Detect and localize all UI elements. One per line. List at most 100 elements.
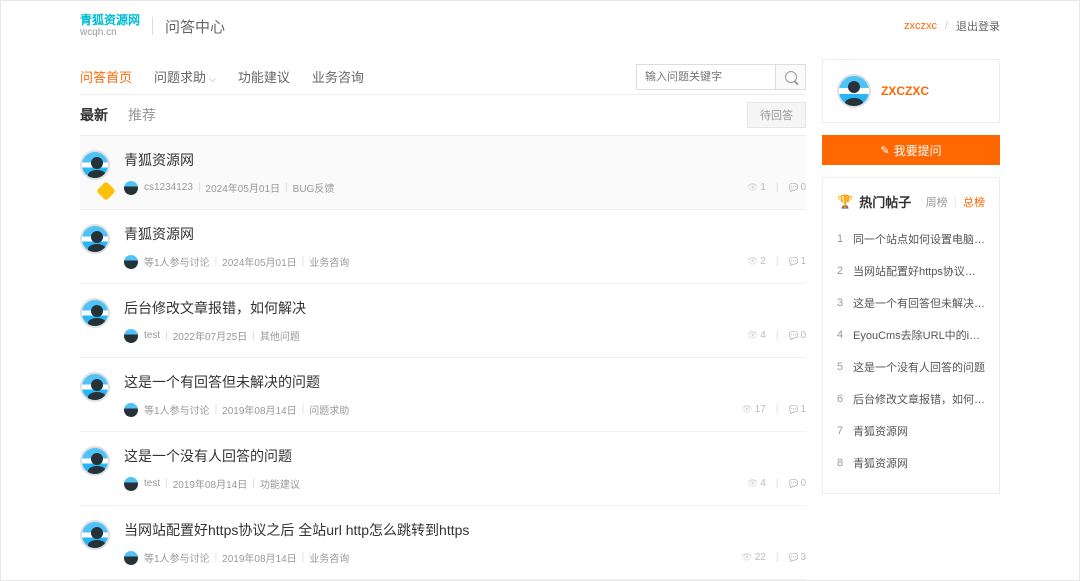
hot-item[interactable]: 4EyouCms去除URL中的index.php	[837, 319, 985, 351]
views-count: 17	[741, 404, 766, 415]
hot-item[interactable]: 8青狐资源网	[837, 447, 985, 479]
post-category[interactable]: 业务咨询	[309, 550, 349, 565]
post-avatar[interactable]	[80, 224, 110, 254]
hot-link[interactable]: 青狐资源网	[853, 455, 985, 471]
meta-avatar-icon	[124, 255, 138, 269]
post-item: 这是一个没有人回答的问题test|2019年08月14日|功能建议4|0	[80, 432, 806, 506]
header-username[interactable]: zxczxc	[904, 20, 937, 32]
nav-help[interactable]: 问题求助	[154, 67, 216, 86]
post-date: 2019年08月14日	[222, 550, 297, 565]
tab-latest[interactable]: 最新	[80, 105, 108, 125]
post-author[interactable]: 等1人参与讨论	[144, 402, 210, 417]
hot-link[interactable]: 这是一个没有人回答的问题	[853, 359, 985, 375]
logo[interactable]: 青狐资源网 wcqh.cn	[80, 14, 140, 38]
comments-count: 3	[788, 552, 806, 563]
hot-link[interactable]: 这是一个有回答但未解决的问题	[853, 295, 985, 311]
hot-title: 热门帖子	[859, 192, 925, 211]
user-card: ZXCZXC	[822, 59, 1000, 123]
post-date: 2022年07月25日	[173, 328, 248, 343]
post-date: 2024年05月01日	[206, 180, 281, 195]
hot-link[interactable]: 青狐资源网	[853, 423, 985, 439]
views-count: 4	[747, 330, 766, 341]
post-meta: cs1234123|2024年05月01日|BUG反馈	[124, 180, 747, 195]
post-meta: test|2022年07月25日|其他问题	[124, 328, 747, 343]
post-date: 2019年08月14日	[222, 402, 297, 417]
post-avatar[interactable]	[80, 446, 110, 476]
hot-link[interactable]: EyouCms去除URL中的index.php	[853, 327, 985, 343]
hot-link[interactable]: 同一个站点如何设置电脑端是www.XX...	[853, 231, 985, 247]
hot-item[interactable]: 5这是一个没有人回答的问题	[837, 351, 985, 383]
post-author[interactable]: 等1人参与讨论	[144, 254, 210, 269]
trophy-icon: 🏆	[837, 194, 853, 210]
post-stats: 1|0	[747, 182, 806, 193]
hot-item[interactable]: 1同一个站点如何设置电脑端是www.XX...	[837, 223, 985, 255]
post-meta: 等1人参与讨论|2019年08月14日|问题求助	[124, 402, 741, 417]
hot-rank: 6	[837, 393, 853, 405]
post-date: 2019年08月14日	[173, 476, 248, 491]
post-avatar[interactable]	[80, 520, 110, 550]
sidebar-username[interactable]: ZXCZXC	[881, 84, 929, 98]
search-icon	[785, 71, 797, 83]
pin-icon	[96, 181, 116, 201]
hot-item[interactable]: 7青狐资源网	[837, 415, 985, 447]
views-count: 1	[747, 182, 766, 193]
post-stats: 2|1	[747, 256, 806, 267]
post-category[interactable]: 问题求助	[309, 402, 349, 417]
post-title[interactable]: 青狐资源网	[124, 150, 747, 170]
post-item: 当网站配置好https协议之后 全站url http怎么跳转到https 等1人参…	[80, 506, 806, 580]
avatar[interactable]	[837, 74, 871, 108]
comments-count: 0	[788, 478, 806, 489]
post-avatar[interactable]	[80, 150, 110, 180]
post-title[interactable]: 这是一个没有人回答的问题	[124, 446, 747, 466]
hot-rank: 4	[837, 329, 853, 341]
post-category[interactable]: 其他问题	[260, 328, 300, 343]
hot-link[interactable]: 当网站配置好https协议之后 全站url h...	[853, 263, 985, 279]
post-meta: 等1人参与讨论|2019年08月14日|业务咨询	[124, 550, 741, 565]
search-input[interactable]	[636, 64, 776, 90]
hot-link[interactable]: 后台修改文章报错，如何解决	[853, 391, 985, 407]
post-meta: 等1人参与讨论|2024年05月01日|业务咨询	[124, 254, 747, 269]
post-category[interactable]: 功能建议	[260, 476, 300, 491]
sort-tabs: 最新 推荐 待回答	[80, 95, 806, 135]
meta-avatar-icon	[124, 181, 138, 195]
ask-button[interactable]: 我要提问	[822, 135, 1000, 165]
post-author[interactable]: cs1234123	[144, 182, 193, 193]
comments-count: 0	[788, 182, 806, 193]
pending-button[interactable]: 待回答	[747, 102, 806, 128]
nav-home[interactable]: 问答首页	[80, 67, 132, 86]
comments-count: 0	[788, 330, 806, 341]
search-button[interactable]	[776, 64, 806, 90]
hot-item[interactable]: 3这是一个有回答但未解决的问题	[837, 287, 985, 319]
post-author[interactable]: 等1人参与讨论	[144, 550, 210, 565]
hot-tab-week[interactable]: 周榜	[926, 194, 948, 210]
hot-rank: 7	[837, 425, 853, 437]
post-stats: 22|3	[741, 552, 806, 563]
post-title[interactable]: 当网站配置好https协议之后 全站url http怎么跳转到https	[124, 520, 741, 540]
hot-list: 1同一个站点如何设置电脑端是www.XX...2当网站配置好https协议之后 …	[837, 223, 985, 479]
hot-item[interactable]: 2当网站配置好https协议之后 全站url h...	[837, 255, 985, 287]
post-author[interactable]: test	[144, 478, 160, 489]
meta-avatar-icon	[124, 329, 138, 343]
nav-suggest[interactable]: 功能建议	[238, 67, 290, 86]
post-title[interactable]: 这是一个有回答但未解决的问题	[124, 372, 741, 392]
post-title[interactable]: 青狐资源网	[124, 224, 747, 244]
hot-tab-total[interactable]: 总榜	[963, 194, 985, 210]
hot-rank: 2	[837, 265, 853, 277]
post-author[interactable]: test	[144, 330, 160, 341]
hot-item[interactable]: 6后台修改文章报错，如何解决	[837, 383, 985, 415]
meta-avatar-icon	[124, 477, 138, 491]
post-avatar[interactable]	[80, 298, 110, 328]
post-avatar[interactable]	[80, 372, 110, 402]
views-count: 22	[741, 552, 766, 563]
post-item: 后台修改文章报错，如何解决 test|2022年07月25日|其他问题4|0	[80, 284, 806, 358]
hot-posts-card: 🏆 热门帖子 周榜 | 总榜 1同一个站点如何设置电脑端是www.XX...2当…	[822, 177, 1000, 494]
tab-recommend[interactable]: 推荐	[128, 105, 156, 125]
post-stats: 4|0	[747, 330, 806, 341]
post-title[interactable]: 后台修改文章报错，如何解决	[124, 298, 747, 318]
post-stats: 17|1	[741, 404, 806, 415]
post-category[interactable]: BUG反馈	[293, 180, 335, 195]
logout-link[interactable]: 退出登录	[956, 18, 1000, 34]
nav-business[interactable]: 业务咨询	[312, 67, 364, 86]
meta-avatar-icon	[124, 403, 138, 417]
post-category[interactable]: 业务咨询	[309, 254, 349, 269]
